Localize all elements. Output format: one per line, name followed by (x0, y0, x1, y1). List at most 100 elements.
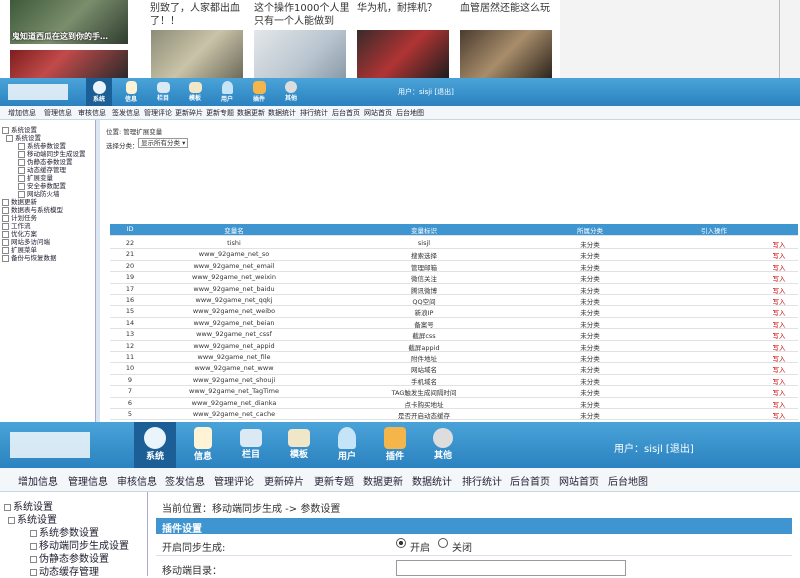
nav-template[interactable]: 模板 (182, 78, 208, 106)
table-cell: 点卡购买地址 (404, 400, 444, 409)
nav-system[interactable]: 系统 (86, 78, 112, 106)
nav-column[interactable]: 栏目 (230, 422, 272, 468)
menu-item[interactable]: 更新碎片 (175, 108, 203, 118)
insert-link[interactable]: 写入 (764, 319, 794, 329)
nav-user[interactable]: 用户 (214, 78, 240, 106)
table-cell: 未分类 (580, 252, 600, 261)
nav-label: 模板 (289, 450, 308, 460)
admin-window-table: 系统 信息 栏目 模板 用户 插件 其他 用户：sisji [退出] 增加信息 … (0, 78, 800, 465)
breadcrumb: 当前位置：移动端同步生成 -> 参数设置 (162, 504, 341, 515)
table-cell: 未分类 (580, 343, 600, 352)
menu-item[interactable]: 排行统计 (300, 108, 328, 118)
menu-item[interactable]: 数据统计 (412, 473, 452, 488)
menu-item[interactable]: 后台首页 (332, 108, 360, 118)
menu-item[interactable]: 增加信息 (18, 473, 58, 488)
nav-template[interactable]: 模板 (278, 422, 320, 468)
menu-item[interactable]: 网站首页 (364, 108, 392, 118)
nav-user[interactable]: 用户 (326, 422, 368, 468)
nav-plugin[interactable]: 插件 (246, 78, 272, 106)
menu-item[interactable]: 更新专题 (314, 473, 354, 488)
table-cell: www_92game_net_cssf (196, 330, 272, 339)
radio-on-label[interactable]: 开启 (410, 539, 430, 554)
menu-item[interactable]: 签发信息 (165, 473, 205, 488)
insert-link[interactable]: 写入 (764, 353, 794, 363)
news-thumbnail[interactable] (357, 30, 449, 78)
radio-off[interactable] (438, 538, 448, 548)
insert-link[interactable]: 写入 (764, 239, 794, 249)
menu-item[interactable]: 管理信息 (68, 473, 108, 488)
nav-info[interactable]: 信息 (182, 422, 224, 468)
insert-link[interactable]: 写入 (764, 376, 794, 386)
table-cell: 20 (125, 261, 135, 270)
table-cell: 19 (125, 273, 135, 282)
menu-item[interactable]: 数据更新 (363, 473, 403, 488)
menu-item[interactable]: 后台首页 (510, 473, 550, 488)
table-cell: 11 (125, 353, 135, 361)
news-image-main[interactable]: 鬼知道西瓜在这到你的手… (10, 0, 128, 44)
nav-other[interactable]: 其他 (278, 78, 304, 106)
news-caption[interactable]: 鬼知道西瓜在这到你的手… (12, 31, 108, 42)
news-headline[interactable]: 这个操作1000个人里只有一个人能做到 (254, 2, 352, 28)
insert-link[interactable]: 写入 (764, 399, 794, 409)
nav-other[interactable]: 其他 (422, 422, 464, 468)
insert-link[interactable]: 写入 (764, 273, 794, 283)
news-headline[interactable]: 华为机，耐摔机？ (357, 2, 452, 15)
column-header: 变量名 (224, 227, 244, 235)
menu-item[interactable]: 增加信息 (8, 108, 36, 118)
insert-link[interactable]: 写入 (764, 387, 794, 397)
radio-on[interactable] (396, 538, 406, 548)
menu-item[interactable]: 管理信息 (44, 108, 72, 118)
news-headline[interactable]: 血管居然还能这么玩 (460, 2, 555, 15)
scrollbar[interactable] (779, 0, 780, 78)
table-cell: 管理邮箱 (411, 263, 437, 272)
tree-item[interactable]: 备份与恢复数据 (2, 252, 57, 262)
news-image-side[interactable] (10, 50, 128, 78)
menu-item[interactable]: 管理评论 (214, 473, 254, 488)
menu-item[interactable]: 更新专题 (206, 108, 234, 118)
insert-link[interactable]: 写入 (764, 410, 794, 420)
table-row: 9 www_92game_net_shouji 手机域名 未分类 写入 (110, 375, 798, 387)
user-info[interactable]: 用户：sisjl [退出] (614, 440, 694, 455)
news-headline[interactable]: 别致了，人家都出血了！！ (150, 2, 245, 28)
menu-item[interactable]: 后台地图 (608, 473, 648, 488)
menu-item[interactable]: 签发信息 (112, 108, 140, 118)
file-icon (30, 542, 37, 550)
news-thumbnail[interactable] (460, 30, 552, 78)
insert-link[interactable]: 写入 (764, 342, 794, 352)
news-strip: 鬼知道西瓜在这到你的手… 别致了，人家都出血了！！ 这个操作1000个人里只有一… (0, 0, 800, 78)
insert-link[interactable]: 写入 (764, 296, 794, 306)
category-select[interactable]: 显示所有分类 ▾ (138, 138, 188, 148)
insert-link[interactable]: 写入 (764, 330, 794, 340)
menu-item[interactable]: 审核信息 (117, 473, 157, 488)
insert-link[interactable]: 写入 (764, 262, 794, 272)
insert-link[interactable]: 写入 (764, 364, 794, 374)
insert-link[interactable]: 写入 (764, 250, 794, 260)
menu-bar: 增加信息 管理信息 审核信息 签发信息 管理评论 更新碎片 更新专题 数据更新 … (0, 106, 800, 120)
table-cell: 6 (127, 398, 133, 407)
menu-item[interactable]: 更新碎片 (264, 473, 304, 488)
folder-icon (2, 254, 9, 262)
nav-column[interactable]: 栏目 (150, 78, 176, 106)
dir-input[interactable] (396, 560, 626, 576)
nav-info[interactable]: 信息 (118, 78, 144, 106)
nav-plugin[interactable]: 插件 (374, 422, 416, 468)
menu-item[interactable]: 后台地图 (396, 108, 424, 118)
menu-item[interactable]: 管理评论 (144, 108, 172, 118)
menu-item[interactable]: 数据更新 (237, 108, 265, 118)
user-info[interactable]: 用户：sisji [退出] (398, 87, 454, 97)
table-row: 22 tishi sisjl 未分类 写入 (110, 238, 798, 250)
nav-label: 栏目 (156, 95, 169, 102)
menu-item[interactable]: 审核信息 (78, 108, 106, 118)
table-row: 17 www_92game_net_baidu 腾讯微博 未分类 写入 (110, 284, 798, 295)
menu-item[interactable]: 数据统计 (268, 108, 296, 118)
news-thumbnail[interactable] (151, 30, 243, 78)
radio-off-label[interactable]: 关闭 (452, 539, 472, 554)
insert-link[interactable]: 写入 (764, 285, 794, 295)
section-header: 插件设置 (156, 518, 792, 535)
column-header: 引入操作 (701, 227, 727, 235)
nav-system[interactable]: 系统 (134, 422, 176, 468)
news-thumbnail[interactable] (254, 30, 346, 78)
menu-item[interactable]: 网站首页 (559, 473, 599, 488)
menu-item[interactable]: 排行统计 (462, 473, 502, 488)
insert-link[interactable]: 写入 (764, 307, 794, 317)
